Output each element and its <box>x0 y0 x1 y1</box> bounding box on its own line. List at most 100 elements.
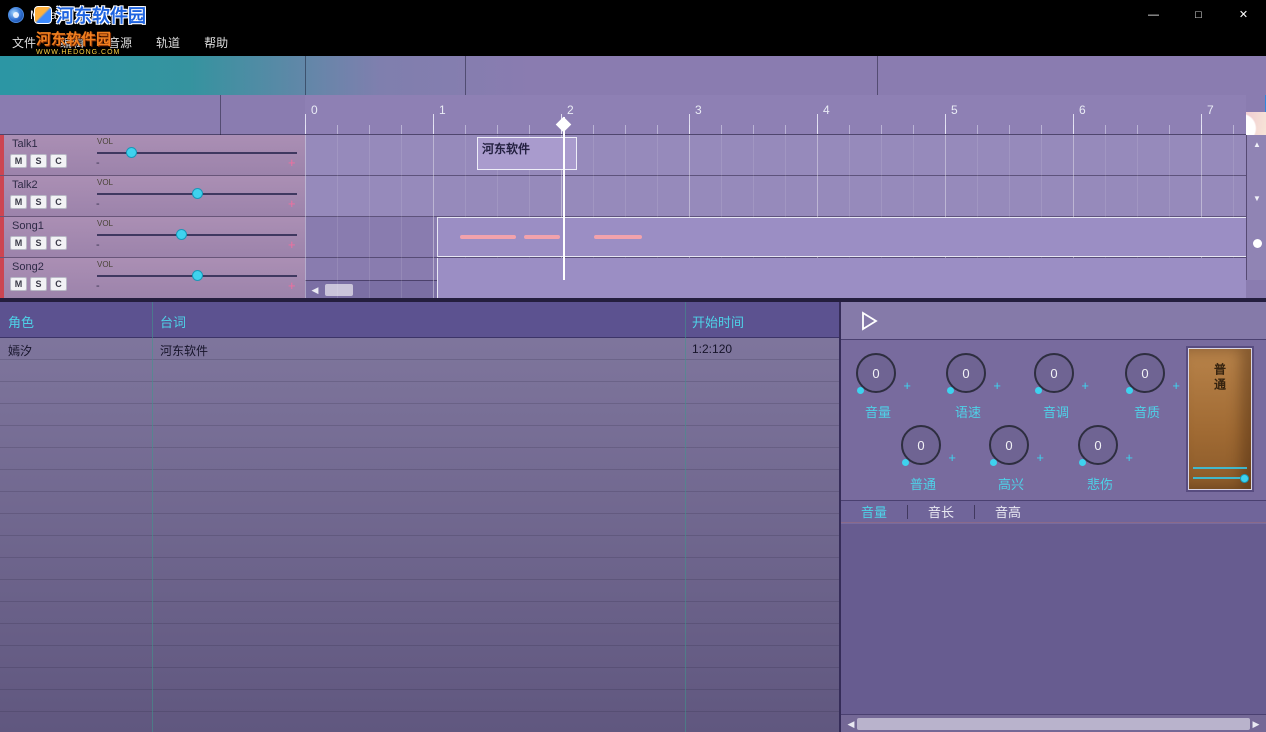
tab-duration[interactable]: 音长 <box>908 502 974 521</box>
solo-button[interactable]: S <box>30 154 47 168</box>
note-segment[interactable] <box>524 235 560 239</box>
column-header-line[interactable]: 台词 <box>160 312 186 331</box>
close-button[interactable]: ✕ <box>1221 0 1266 30</box>
plus-icon[interactable]: + <box>903 378 911 393</box>
plus-icon: + <box>288 237 296 252</box>
solo-button[interactable]: S <box>30 236 47 250</box>
fader-handle[interactable] <box>1240 474 1249 483</box>
maximize-button[interactable]: □ <box>1176 0 1221 30</box>
knob-pitch[interactable]: 0 + <box>1034 353 1078 397</box>
track-header-talk2[interactable]: Talk2 M S C VOL - + <box>0 176 305 217</box>
c-button[interactable]: C <box>50 277 67 291</box>
cell-line[interactable]: 河东软件 <box>160 342 208 359</box>
track-header-song2[interactable]: Song2 M S C VOL - + <box>0 258 305 298</box>
preset-fader[interactable]: 普通 <box>1188 348 1252 490</box>
scroll-down-icon[interactable]: ▼ <box>1247 191 1266 207</box>
table-row[interactable]: 嫣汐 河东软件 1:2:120 <box>0 338 840 360</box>
ruler-number: 4 <box>823 103 830 117</box>
ruler-number: 0 <box>311 103 318 117</box>
solo-button[interactable]: S <box>30 277 47 291</box>
talk-clip[interactable]: 河东软件 <box>477 137 577 170</box>
song-clip[interactable] <box>437 217 1246 257</box>
knob-label-normal: 普通 <box>893 474 953 493</box>
scroll-right-icon[interactable]: ▶ <box>1248 715 1264 732</box>
parameter-editor-area[interactable] <box>841 524 1266 714</box>
cell-start-time[interactable]: 1:2:120 <box>692 342 732 356</box>
track-lane-song2[interactable] <box>305 258 1246 298</box>
volume-slider-handle[interactable] <box>192 188 203 199</box>
track-header-talk1[interactable]: Talk1 M S C VOL - + <box>0 135 305 176</box>
ruler-number: 5 <box>951 103 958 117</box>
tab-volume[interactable]: 音量 <box>841 502 907 521</box>
scrollbar-thumb[interactable] <box>857 718 1250 730</box>
note-segment[interactable] <box>460 235 516 239</box>
knob-normal[interactable]: 0 + <box>901 425 945 469</box>
preview-play-button[interactable] <box>857 309 883 335</box>
plus-icon[interactable]: + <box>1081 378 1089 393</box>
track-vertical-scrollbar[interactable]: ▲ ▼ <box>1246 135 1266 280</box>
knob-volume[interactable]: 0 + <box>856 353 900 397</box>
volume-slider-handle[interactable] <box>192 270 203 281</box>
tab-pitch[interactable]: 音高 <box>975 502 1041 521</box>
menu-file[interactable]: 文件 <box>0 30 48 56</box>
plus-icon[interactable]: + <box>1125 450 1133 465</box>
plus-icon: + <box>288 278 296 293</box>
track-lane-talk1[interactable]: 河东软件 <box>305 135 1246 176</box>
track-lane-talk2[interactable] <box>305 176 1246 217</box>
c-button[interactable]: C <box>50 236 67 250</box>
menu-edit[interactable]: 编辑 <box>48 30 96 56</box>
column-header-role[interactable]: 角色 <box>8 312 34 331</box>
table-body[interactable]: 嫣汐 河东软件 1:2:120 <box>0 338 840 732</box>
mute-button[interactable]: M <box>10 277 27 291</box>
track-header-song1[interactable]: Song1 M S C VOL - + <box>0 217 305 258</box>
knob-sad[interactable]: 0 + <box>1078 425 1122 469</box>
knob-indicator <box>1126 387 1133 394</box>
menu-bar: 文件 编辑 音源 轨道 帮助 <box>0 30 1266 56</box>
track-area: Talk1 M S C VOL - + Talk2 M S C VOL - + <box>0 135 1266 298</box>
minus-icon: - <box>96 280 100 292</box>
knob-speed[interactable]: 0 + <box>946 353 990 397</box>
c-button[interactable]: C <box>50 195 67 209</box>
minus-icon: - <box>96 198 100 210</box>
plus-icon[interactable]: + <box>948 450 956 465</box>
parameter-scrollbar[interactable]: ◀ ▶ <box>841 714 1266 732</box>
c-button[interactable]: C <box>50 154 67 168</box>
minimize-button[interactable]: — <box>1131 0 1176 30</box>
column-header-start-time[interactable]: 开始时间 <box>692 312 744 331</box>
plus-icon[interactable]: + <box>1172 378 1180 393</box>
track-name: Song2 <box>12 261 44 273</box>
track-lane-song1[interactable] <box>305 217 1246 258</box>
knob-label-happy: 高兴 <box>981 474 1041 493</box>
menu-track[interactable]: 轨道 <box>144 30 192 56</box>
volume-slider-handle[interactable] <box>126 147 137 158</box>
plus-icon[interactable]: + <box>1036 450 1044 465</box>
scroll-left-icon[interactable]: ◀ <box>307 281 323 299</box>
mute-button[interactable]: M <box>10 236 27 250</box>
solo-button[interactable]: S <box>30 195 47 209</box>
track-name: Song1 <box>12 220 44 232</box>
knob-timbre[interactable]: 0 + <box>1125 353 1169 397</box>
scrollbar-thumb[interactable] <box>325 284 353 296</box>
title-bar: Muta — □ ✕ <box>0 0 1266 30</box>
menu-help[interactable]: 帮助 <box>192 30 240 56</box>
play-icon <box>857 309 881 333</box>
volume-slider[interactable] <box>97 234 297 236</box>
ruler-number: 7 <box>1207 103 1214 117</box>
timeline-ruler[interactable]: 0 1 2 3 4 5 6 7 <box>305 95 1246 135</box>
scrollbar-thumb[interactable] <box>1253 239 1262 248</box>
minus-icon: - <box>96 157 100 169</box>
mute-button[interactable]: M <box>10 195 27 209</box>
scroll-up-icon[interactable]: ▲ <box>1247 137 1266 153</box>
playhead[interactable] <box>563 117 565 280</box>
note-segment[interactable] <box>594 235 642 239</box>
knob-happy[interactable]: 0 + <box>989 425 1033 469</box>
knob-label-volume: 音量 <box>848 402 908 421</box>
ruler-number: 6 <box>1079 103 1086 117</box>
plus-icon[interactable]: + <box>993 378 1001 393</box>
song-clip-continued[interactable] <box>437 258 1246 298</box>
volume-slider-handle[interactable] <box>176 229 187 240</box>
mute-button[interactable]: M <box>10 154 27 168</box>
menu-voicebank[interactable]: 音源 <box>96 30 144 56</box>
cell-role[interactable]: 嫣汐 <box>8 342 32 359</box>
toolbar-separator <box>465 56 466 95</box>
